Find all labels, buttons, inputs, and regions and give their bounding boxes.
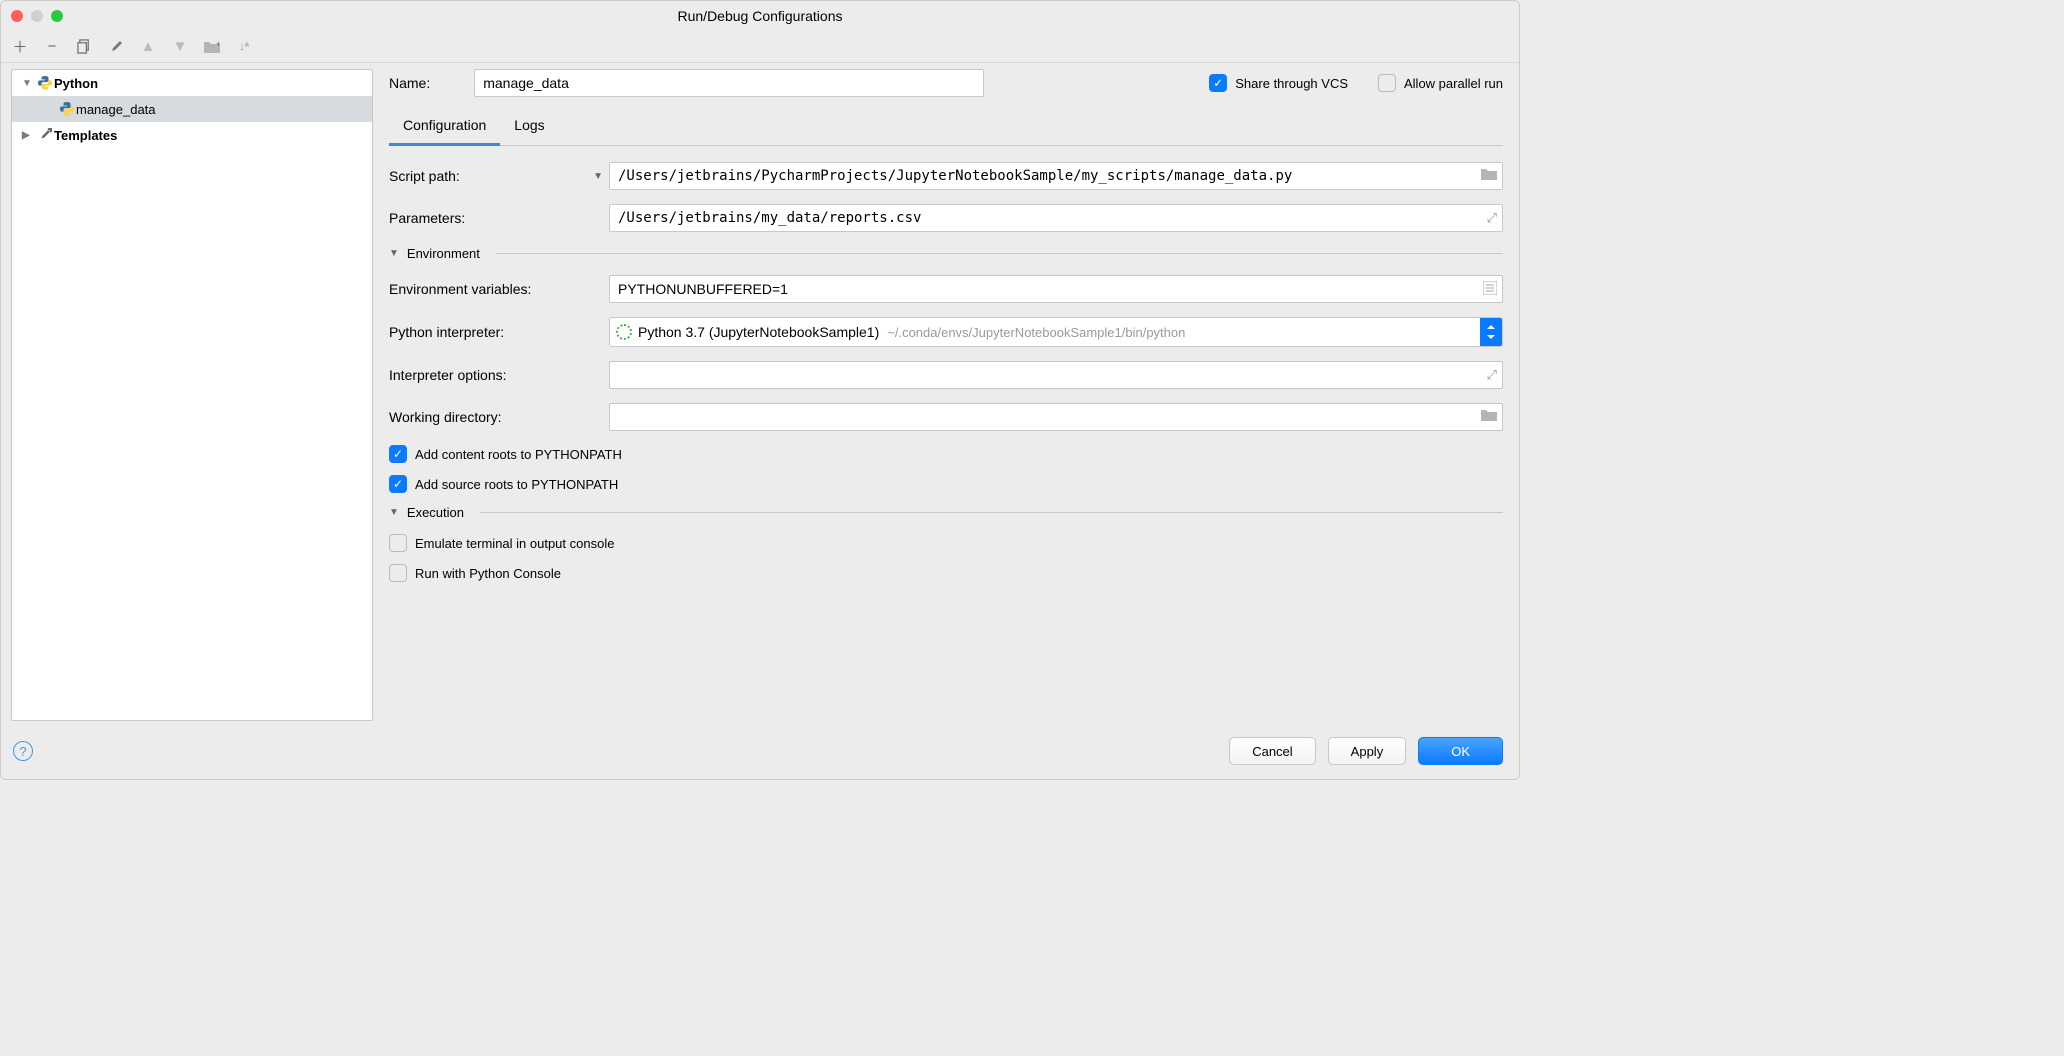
add-content-roots-checkbox[interactable]: ✓ Add content roots to PYTHONPATH: [389, 445, 1503, 463]
checkbox-icon: ✓: [389, 445, 407, 463]
env-vars-label: Environment variables:: [389, 281, 609, 297]
add-config-button[interactable]: ＋: [11, 38, 29, 56]
copy-config-button[interactable]: [75, 38, 93, 56]
sort-alpha-button[interactable]: ↓ª: [235, 38, 253, 56]
tree-label: Templates: [54, 128, 117, 143]
parameters-label: Parameters:: [389, 210, 609, 226]
interpreter-opts-input[interactable]: [609, 361, 1503, 389]
config-panel: Name: ✓ Share through VCS Allow parallel…: [373, 63, 1519, 727]
tree-label: Python: [54, 76, 98, 91]
checkbox-label: Allow parallel run: [1404, 76, 1503, 91]
env-vars-input[interactable]: [609, 275, 1503, 303]
script-path-input[interactable]: [609, 162, 1503, 190]
remove-config-button[interactable]: −: [43, 38, 61, 56]
divider: [480, 512, 1503, 513]
move-up-button[interactable]: ▲: [139, 38, 157, 56]
dialog-window: Run/Debug Configurations ＋ − ▲ ▼ + ↓ª ▼ …: [0, 0, 1520, 780]
maximize-window-button[interactable]: [51, 10, 63, 22]
dialog-footer: ? Cancel Apply OK: [1, 727, 1519, 779]
allow-parallel-checkbox[interactable]: Allow parallel run: [1378, 74, 1503, 92]
emulate-terminal-checkbox[interactable]: Emulate terminal in output console: [389, 534, 1503, 552]
interpreter-path: ~/.conda/envs/JupyterNotebookSample1/bin…: [887, 325, 1185, 340]
window-controls: [11, 10, 63, 22]
apply-button[interactable]: Apply: [1328, 737, 1407, 765]
share-vcs-checkbox[interactable]: ✓ Share through VCS: [1209, 74, 1348, 92]
script-path-label[interactable]: Script path: ▼: [389, 168, 609, 184]
checkbox-icon: ✓: [1209, 74, 1227, 92]
run-python-console-checkbox[interactable]: Run with Python Console: [389, 564, 1503, 582]
svg-text:+: +: [216, 40, 220, 49]
divider: [496, 253, 1503, 254]
tree-node-manage-data[interactable]: manage_data: [12, 96, 372, 122]
checkbox-label: Add content roots to PYTHONPATH: [415, 447, 622, 462]
tree-node-templates[interactable]: ▶ Templates: [12, 122, 372, 148]
parameters-input[interactable]: [609, 204, 1503, 232]
checkbox-label: Share through VCS: [1235, 76, 1348, 91]
tab-configuration[interactable]: Configuration: [389, 111, 500, 146]
working-dir-input[interactable]: [609, 403, 1503, 431]
python-icon: [58, 102, 76, 116]
interpreter-label: Python interpreter:: [389, 324, 609, 340]
titlebar: Run/Debug Configurations: [1, 1, 1519, 31]
working-dir-label: Working directory:: [389, 409, 609, 425]
chevron-down-icon: ▼: [389, 248, 399, 259]
config-toolbar: ＋ − ▲ ▼ + ↓ª: [1, 31, 1519, 63]
chevron-down-icon: ▼: [389, 507, 399, 518]
chevron-down-icon: ▼: [22, 78, 36, 89]
name-input[interactable]: [474, 69, 984, 97]
dropdown-arrows-icon: [1480, 318, 1502, 346]
checkbox-label: Emulate terminal in output console: [415, 536, 614, 551]
cancel-button[interactable]: Cancel: [1229, 737, 1315, 765]
interpreter-name: Python 3.7 (JupyterNotebookSample1): [638, 324, 879, 340]
python-icon: [36, 76, 54, 90]
tree-label: manage_data: [76, 102, 156, 117]
close-window-button[interactable]: [11, 10, 23, 22]
checkbox-label: Add source roots to PYTHONPATH: [415, 477, 618, 492]
edit-defaults-button[interactable]: [107, 38, 125, 56]
interpreter-opts-label: Interpreter options:: [389, 367, 609, 383]
folder-config-button[interactable]: +: [203, 38, 221, 56]
wrench-icon: [36, 128, 54, 142]
add-source-roots-checkbox[interactable]: ✓ Add source roots to PYTHONPATH: [389, 475, 1503, 493]
window-title: Run/Debug Configurations: [1, 8, 1519, 24]
checkbox-icon: ✓: [389, 475, 407, 493]
environment-section-header[interactable]: ▼ Environment: [389, 246, 1503, 261]
chevron-right-icon: ▶: [22, 130, 36, 141]
checkbox-icon: [389, 534, 407, 552]
name-label: Name:: [389, 75, 430, 91]
tab-bar: Configuration Logs: [389, 111, 1503, 146]
interpreter-select[interactable]: Python 3.7 (JupyterNotebookSample1) ~/.c…: [609, 317, 1503, 347]
move-down-button[interactable]: ▼: [171, 38, 189, 56]
conda-icon: [616, 324, 632, 340]
tab-logs[interactable]: Logs: [500, 111, 558, 145]
execution-section-header[interactable]: ▼ Execution: [389, 505, 1503, 520]
chevron-down-icon: ▼: [593, 171, 603, 182]
checkbox-label: Run with Python Console: [415, 566, 561, 581]
minimize-window-button[interactable]: [31, 10, 43, 22]
config-tree: ▼ Python manage_data ▶ Templates: [11, 69, 373, 721]
tree-node-python[interactable]: ▼ Python: [12, 70, 372, 96]
ok-button[interactable]: OK: [1418, 737, 1503, 765]
checkbox-icon: [1378, 74, 1396, 92]
checkbox-icon: [389, 564, 407, 582]
help-button[interactable]: ?: [13, 741, 33, 761]
